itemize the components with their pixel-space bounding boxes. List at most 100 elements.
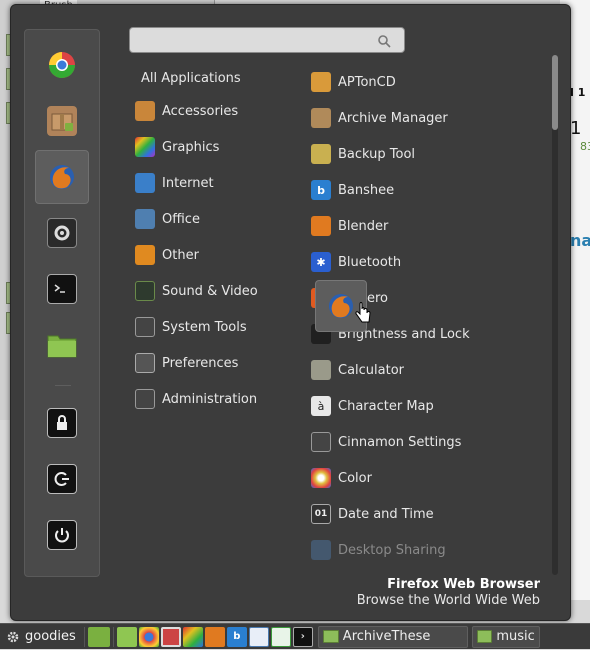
shutdown-icon — [47, 520, 77, 550]
category-label: All Applications — [141, 70, 241, 86]
category-label: Accessories — [162, 103, 239, 119]
favorite-logout[interactable] — [35, 452, 89, 506]
app-character-map[interactable]: à Character Map — [311, 393, 551, 419]
app-label: Calculator — [338, 362, 405, 378]
favorite-home-folder[interactable] — [35, 318, 89, 372]
category-label: Graphics — [162, 139, 220, 155]
category-label: Sound & Video — [162, 283, 258, 299]
category-other[interactable]: Other — [135, 242, 295, 268]
taskbar-window-archivethese[interactable]: ArchiveThese — [317, 625, 468, 648]
favorites-bar — [24, 29, 100, 577]
favorite-package-installer[interactable] — [35, 94, 89, 148]
menu-button[interactable]: goodies — [0, 624, 82, 650]
category-office[interactable]: Office — [135, 206, 295, 232]
app-aptoncd[interactable]: APTonCD — [311, 69, 551, 95]
cinnamon-settings-icon — [311, 432, 331, 452]
system-tools-icon — [135, 317, 155, 337]
blender-icon — [311, 216, 331, 236]
banshee-icon[interactable]: b — [226, 626, 247, 647]
firefox-icon — [329, 294, 353, 318]
search-input[interactable] — [129, 27, 405, 53]
color-icon — [311, 468, 331, 488]
favorite-terminal[interactable] — [35, 262, 89, 316]
app-cinnamon-settings[interactable]: Cinnamon Settings — [311, 429, 551, 455]
app-label: Backup Tool — [338, 146, 416, 162]
bluetooth-icon: ✱ — [311, 252, 331, 272]
hand-cursor-icon — [355, 302, 371, 323]
scrollbar-thumb[interactable] — [552, 55, 558, 130]
archive-manager-icon — [311, 108, 331, 128]
date-time-icon: 01 — [311, 504, 331, 524]
background-text: 1 — [570, 118, 582, 139]
menu-button-label: goodies — [25, 629, 76, 644]
category-label: Administration — [162, 391, 258, 407]
category-label: Other — [162, 247, 199, 263]
show-desktop-icon[interactable] — [87, 626, 110, 647]
favorite-firefox[interactable] — [35, 150, 89, 204]
app-label: Date and Time — [338, 506, 434, 522]
chrome-icon[interactable] — [138, 626, 159, 647]
background-text: nai — [570, 231, 590, 250]
category-sound-video[interactable]: Sound & Video — [135, 278, 295, 304]
window-label: ArchiveThese — [342, 629, 431, 644]
folder-icon — [322, 630, 339, 643]
graphics-icon — [135, 137, 155, 157]
files-icon[interactable] — [116, 626, 137, 647]
favorite-lock-screen[interactable] — [35, 396, 89, 450]
app-desktop-sharing[interactable]: Desktop Sharing — [311, 537, 551, 563]
favorites-separator — [55, 385, 71, 386]
app-label: Cinnamon Settings — [338, 434, 462, 450]
blender-icon[interactable] — [204, 626, 225, 647]
accessories-icon — [135, 101, 155, 121]
desktop-sharing-icon — [311, 540, 331, 560]
app-label: Blender — [338, 218, 389, 234]
category-graphics[interactable]: Graphics — [135, 134, 295, 160]
folder-icon — [476, 630, 493, 643]
app-calculator[interactable]: Calculator — [311, 357, 551, 383]
category-administration[interactable]: Administration — [135, 386, 295, 412]
category-preferences[interactable]: Preferences — [135, 350, 295, 376]
app-label: Banshee — [338, 182, 395, 198]
window-label: music — [496, 629, 535, 644]
category-all-applications[interactable]: All Applications — [135, 65, 295, 91]
sound-video-icon — [135, 281, 155, 301]
banshee-icon: b — [311, 180, 331, 200]
taskbar: goodies b › ArchiveThese music — [0, 623, 590, 649]
application-menu: All Applications Accessories Graphics In… — [10, 4, 571, 621]
category-label: System Tools — [162, 319, 247, 335]
app-color[interactable]: Color — [311, 465, 551, 491]
calculator-icon — [311, 360, 331, 380]
category-internet[interactable]: Internet — [135, 170, 295, 196]
favorite-shutdown[interactable] — [35, 508, 89, 562]
app-list-scrollbar[interactable] — [552, 55, 558, 575]
lock-screen-icon — [47, 408, 77, 438]
app-date-and-time[interactable]: 01 Date and Time — [311, 501, 551, 527]
other-icon — [135, 245, 155, 265]
app-archive-manager[interactable]: Archive Manager — [311, 105, 551, 131]
administration-icon — [135, 389, 155, 409]
app-label: Character Map — [338, 398, 434, 414]
photos-icon[interactable] — [182, 626, 203, 647]
taskbar-window-music[interactable]: music — [471, 625, 540, 648]
tooltip-title: Firefox Web Browser — [387, 577, 540, 592]
app-backup-tool[interactable]: Backup Tool — [311, 141, 551, 167]
terminal-icon[interactable]: › — [292, 626, 313, 647]
category-accessories[interactable]: Accessories — [135, 98, 295, 124]
category-label: Preferences — [162, 355, 239, 371]
app-label: Desktop Sharing — [338, 542, 446, 558]
category-system-tools[interactable]: System Tools — [135, 314, 295, 340]
app-label: Color — [338, 470, 372, 486]
calc-icon[interactable] — [270, 626, 291, 647]
gear-icon — [7, 631, 19, 642]
writer-icon[interactable] — [248, 626, 269, 647]
internet-icon — [135, 173, 155, 193]
favorite-chrome[interactable] — [35, 38, 89, 92]
app-bluetooth[interactable]: ✱ Bluetooth — [311, 249, 551, 275]
app-blender[interactable]: Blender — [311, 213, 551, 239]
taskbar-separator — [112, 626, 114, 647]
search-icon — [378, 35, 391, 48]
favorite-system-settings[interactable] — [35, 206, 89, 260]
video-icon[interactable] — [160, 626, 181, 647]
home-folder-icon — [47, 330, 77, 360]
app-banshee[interactable]: b Banshee — [311, 177, 551, 203]
